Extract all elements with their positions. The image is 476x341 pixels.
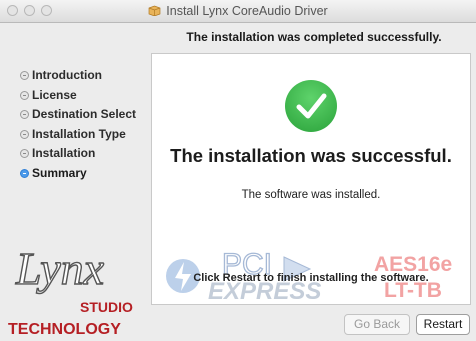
step-bullet-icon xyxy=(20,90,29,100)
lynx-studio-technology-logo: Lynx STUDIO TECHNOLOGY xyxy=(8,242,133,338)
step-label: License xyxy=(32,87,77,102)
success-message: The software was installed. xyxy=(241,189,381,201)
step-label: Introduction xyxy=(32,68,102,82)
sidebar-step-license: License xyxy=(20,86,136,106)
checkmark-icon xyxy=(285,80,337,132)
step-bullet-active-icon xyxy=(20,168,29,178)
lynx-studio-text: STUDIO xyxy=(80,299,133,315)
content-panel: The installation was successful. The sof… xyxy=(151,53,471,305)
title-bar: Install Lynx CoreAudio Driver xyxy=(0,0,476,23)
window-title: Install Lynx CoreAudio Driver xyxy=(166,4,328,18)
step-bullet-icon xyxy=(20,71,29,80)
package-icon xyxy=(148,5,161,16)
installer-window: Install Lynx CoreAudio Driver The instal… xyxy=(0,0,476,341)
step-label: Destination Select xyxy=(32,107,137,121)
step-bullet-icon xyxy=(20,149,29,158)
success-headline: The installation was successful. xyxy=(170,145,452,166)
restart-instruction: Click Restart to finish installing the s… xyxy=(193,272,429,284)
step-bullet-icon xyxy=(20,129,29,139)
sidebar-step-destination-select: Destination Select xyxy=(20,105,136,125)
step-bullet-icon xyxy=(20,110,29,119)
sidebar-steps: Introduction License Destination Select … xyxy=(20,66,136,183)
step-label: Installation Type xyxy=(32,126,126,141)
sidebar-step-installation-type: Installation Type xyxy=(20,125,136,145)
page-subtitle: The installation was completed successfu… xyxy=(186,30,442,44)
go-back-button[interactable]: Go Back xyxy=(344,314,410,335)
sidebar-step-installation: Installation xyxy=(20,144,136,164)
restart-button[interactable]: Restart xyxy=(416,314,470,335)
window-title-wrap: Install Lynx CoreAudio Driver xyxy=(0,4,476,18)
sidebar-step-introduction: Introduction xyxy=(20,66,136,86)
step-label: Installation xyxy=(32,146,96,160)
lynx-script-text: Lynx xyxy=(15,243,105,294)
step-label: Summary xyxy=(32,165,87,180)
lynx-technology-text: TECHNOLOGY xyxy=(8,321,121,338)
sidebar-step-summary: Summary xyxy=(20,164,136,184)
